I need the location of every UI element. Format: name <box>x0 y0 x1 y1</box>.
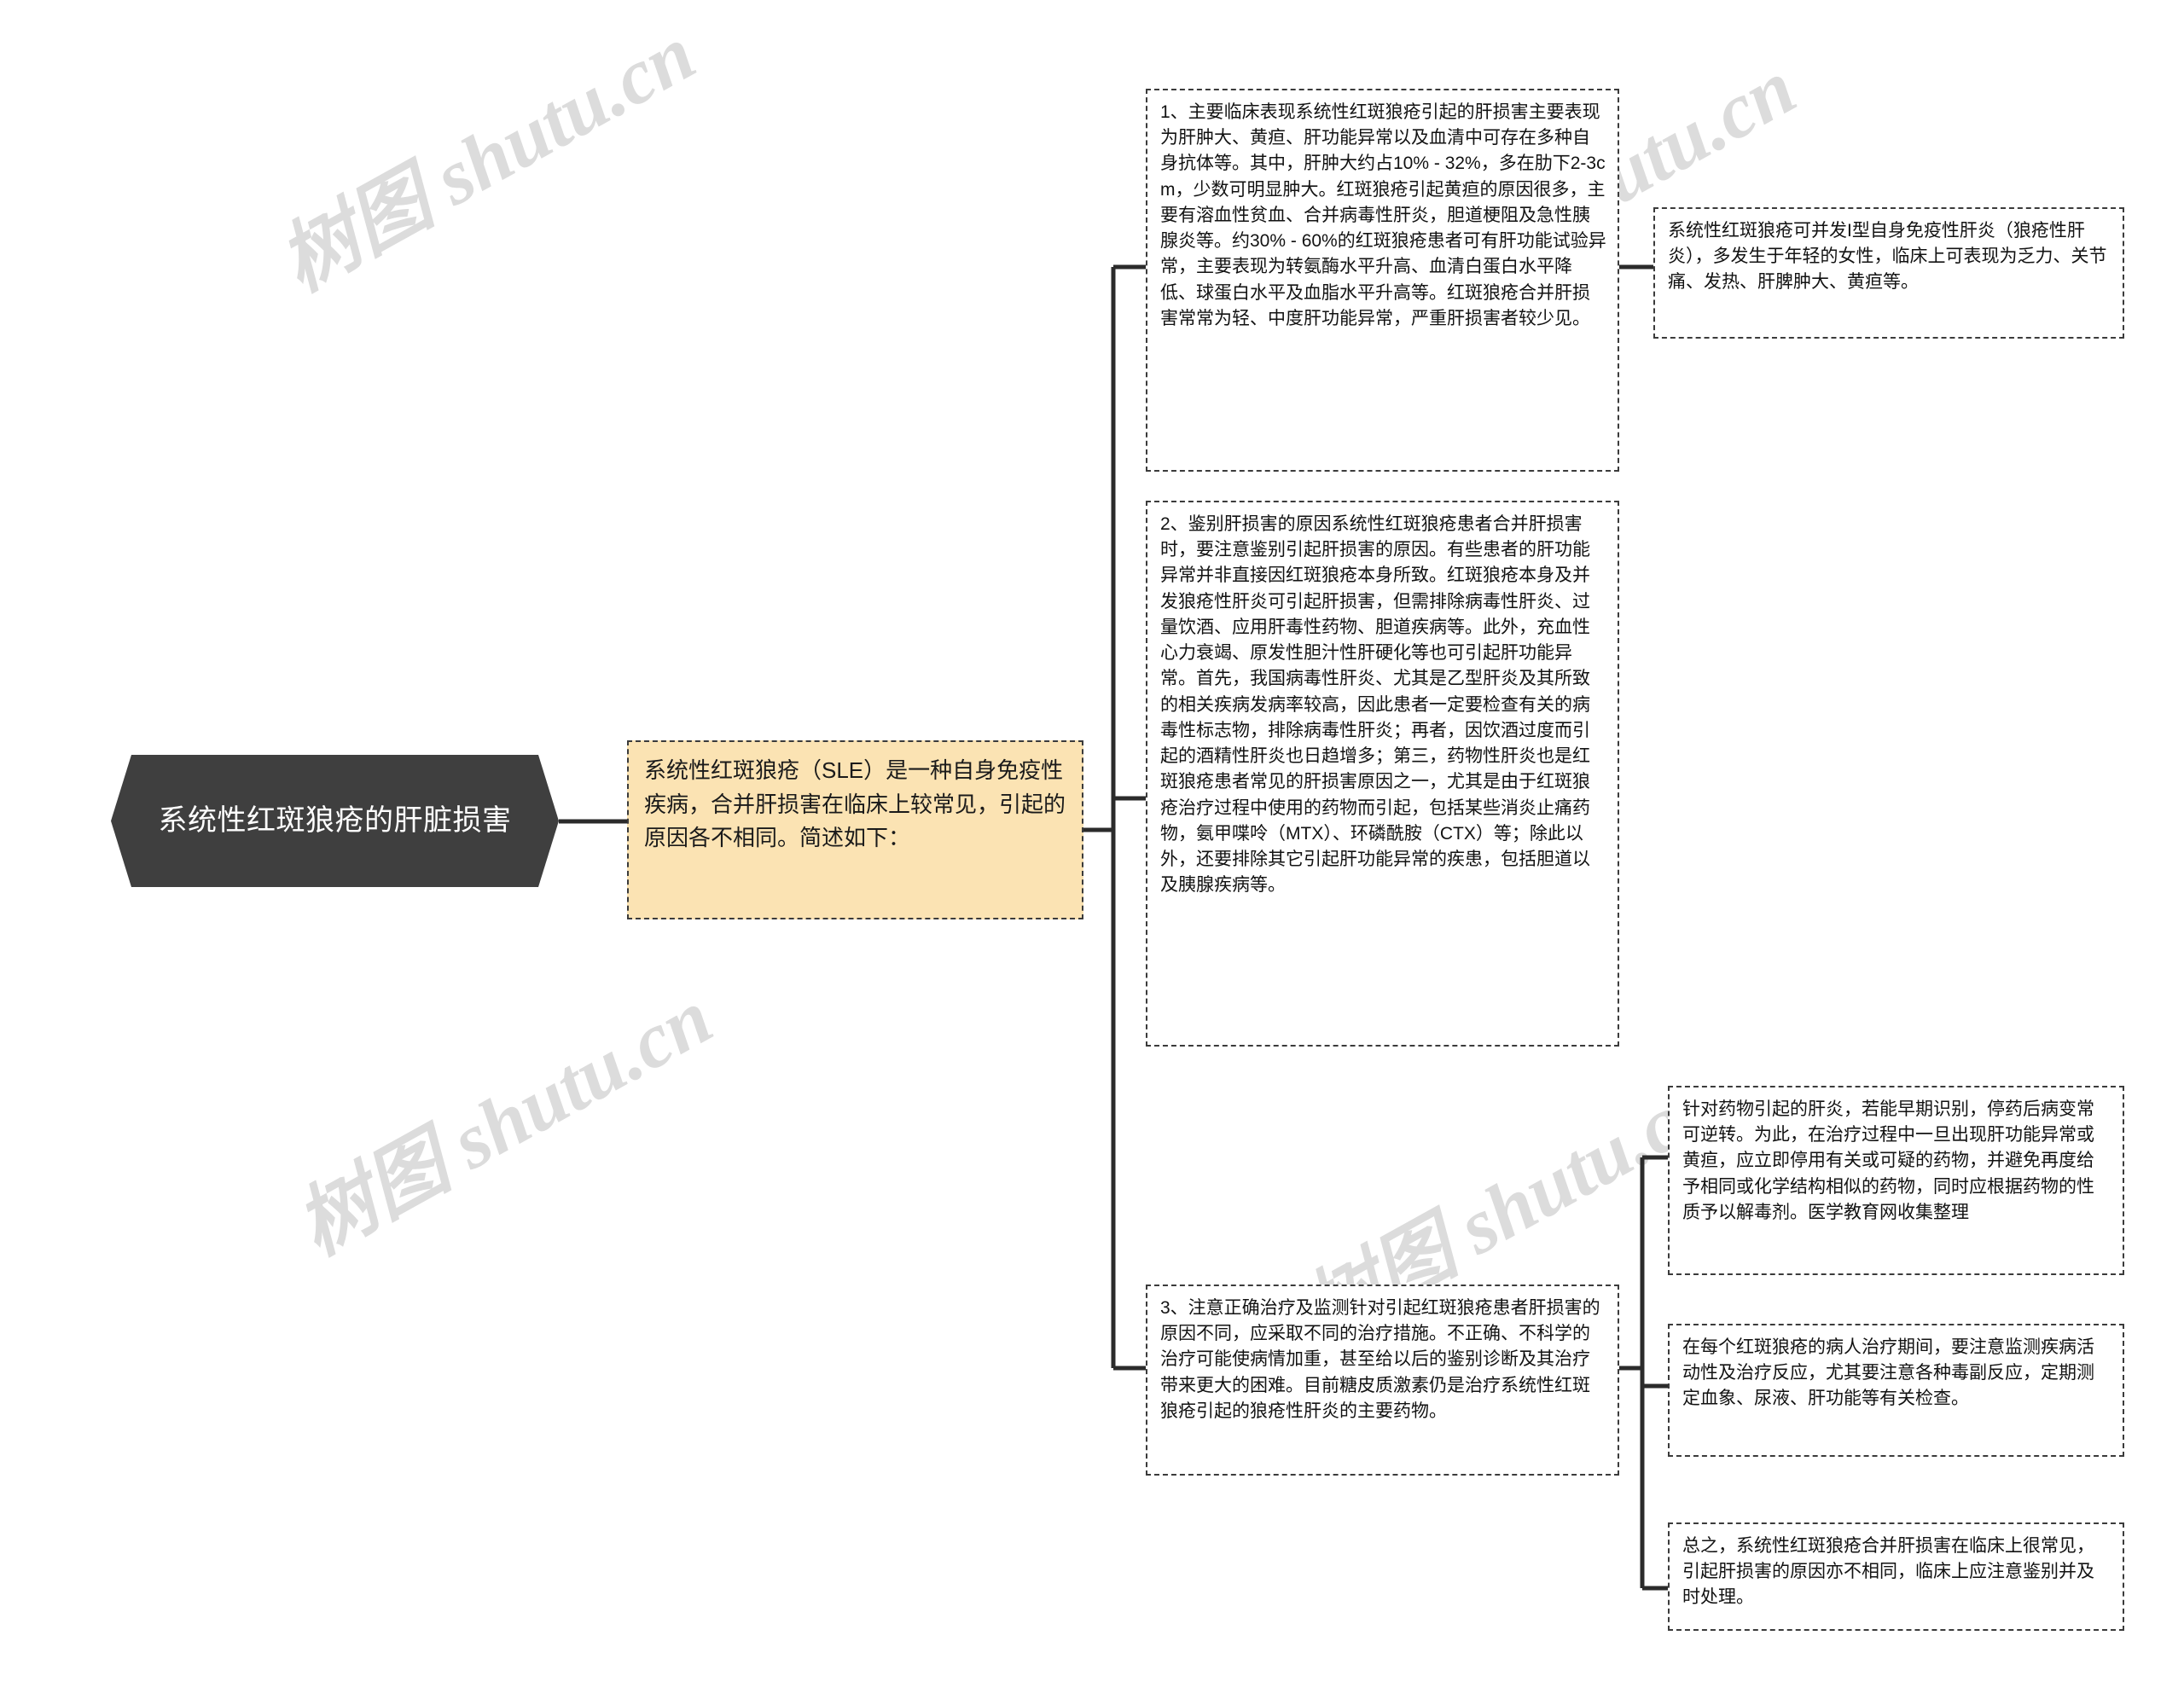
branch-node-1-1-label: 系统性红斑狼疮可并发I型自身免疫性肝炎（狼疮性肝炎），多发生于年轻的女性，临床上… <box>1668 221 2107 293</box>
branch-node-3-3[interactable]: 总之，系统性红斑狼疮合并肝损害在临床上很常见，引起肝损害的原因亦不相同，临床上应… <box>1668 1522 2124 1631</box>
watermark: 树图 shutu.cn <box>282 972 726 1272</box>
branch-node-3[interactable]: 3、注意正确治疗及监测针对引起红斑狼疮患者肝损害的原因不同，应采取不同的治疗措施… <box>1146 1285 1619 1476</box>
topic-node[interactable]: 系统性红斑狼疮（SLE）是一种自身免疫性疾病，合并肝损害在临床上较常见，引起的原… <box>627 740 1083 919</box>
branch-node-3-label: 3、注意正确治疗及监测针对引起红斑狼疮患者肝损害的原因不同，应采取不同的治疗措施… <box>1160 1298 1600 1421</box>
root-node[interactable]: 系统性红斑狼疮的肝脏损害 <box>111 755 559 887</box>
branch-node-1[interactable]: 1、主要临床表现系统性红斑狼疮引起的肝损害主要表现为肝肿大、黄疸、肝功能异常以及… <box>1146 89 1619 472</box>
mindmap-canvas: 树图 shutu.cn 树图 shutu.cn 树图 shutu.cn 树图 s… <box>0 0 2184 1705</box>
topic-node-label: 系统性红斑狼疮（SLE）是一种自身免疫性疾病，合并肝损害在临床上较常见，引起的原… <box>644 757 1066 851</box>
branch-node-3-3-label: 总之，系统性红斑狼疮合并肝损害在临床上很常见，引起肝损害的原因亦不相同，临床上应… <box>1682 1536 2094 1608</box>
branch-node-2-label: 2、鉴别肝损害的原因系统性红斑狼疮患者合并肝损害时，要注意鉴别引起肝损害的原因。… <box>1160 514 1590 896</box>
branch-node-2[interactable]: 2、鉴别肝损害的原因系统性红斑狼疮患者合并肝损害时，要注意鉴别引起肝损害的原因。… <box>1146 501 1619 1047</box>
root-node-label: 系统性红斑狼疮的肝脏损害 <box>158 804 512 838</box>
branch-node-3-1[interactable]: 针对药物引起的肝炎，若能早期识别，停药后病变常可逆转。为此，在治疗过程中一旦出现… <box>1668 1086 2124 1275</box>
watermark: 树图 shutu.cn <box>265 9 709 308</box>
branch-node-3-1-label: 针对药物引起的肝炎，若能早期识别，停药后病变常可逆转。为此，在治疗过程中一旦出现… <box>1682 1099 2094 1222</box>
branch-node-3-2-label: 在每个红斑狼疮的病人治疗期间，要注意监测疾病活动性及治疗反应，尤其要注意各种毒副… <box>1682 1337 2094 1409</box>
branch-node-3-2[interactable]: 在每个红斑狼疮的病人治疗期间，要注意监测疾病活动性及治疗反应，尤其要注意各种毒副… <box>1668 1324 2124 1457</box>
branch-node-1-1[interactable]: 系统性红斑狼疮可并发I型自身免疫性肝炎（狼疮性肝炎），多发生于年轻的女性，临床上… <box>1653 207 2124 339</box>
branch-node-1-label: 1、主要临床表现系统性红斑狼疮引起的肝损害主要表现为肝肿大、黄疸、肝功能异常以及… <box>1160 102 1606 328</box>
